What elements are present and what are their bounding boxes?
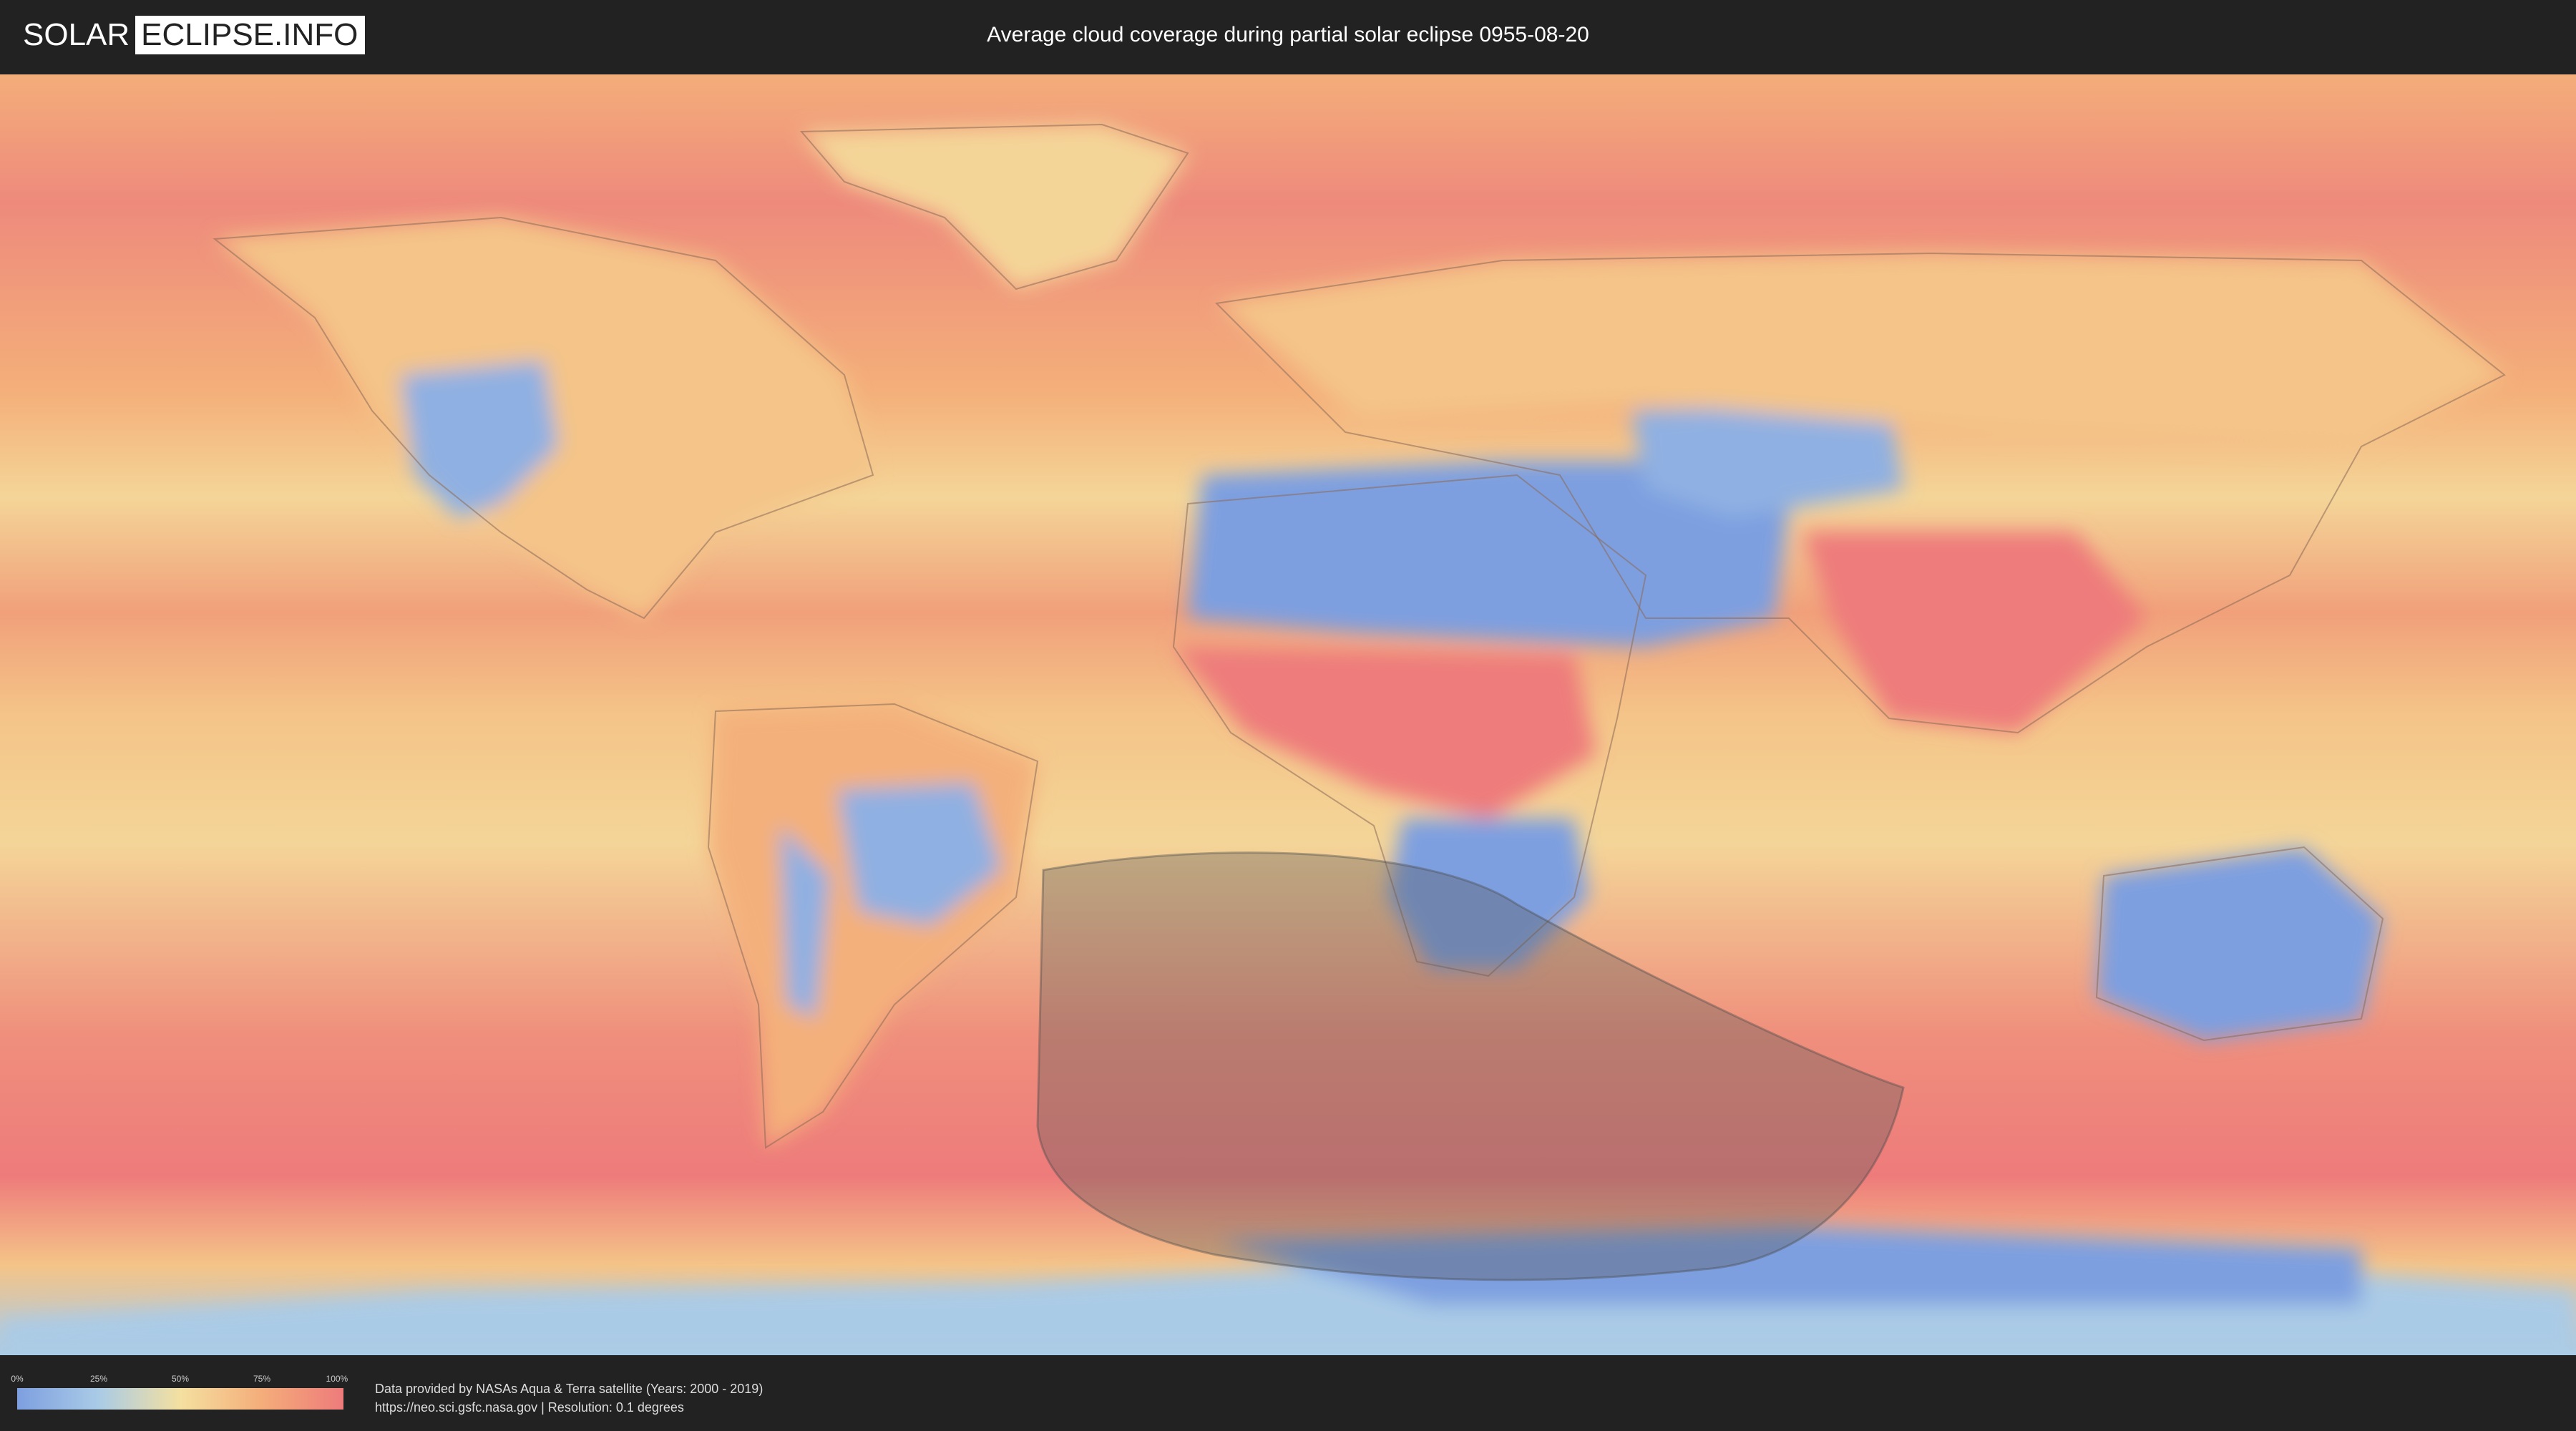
legend-tick-50: 50% (171, 1374, 190, 1384)
header-bar: SOLAR ECLIPSE.INFO Average cloud coverag… (0, 0, 2576, 72)
cloud-coverage-map[interactable] (0, 74, 2576, 1355)
legend-color-bar (17, 1388, 343, 1410)
cloud-coverage-legend: 0% 25% 50% 75% 100% (11, 1374, 348, 1410)
legend-tick-75: 75% (253, 1374, 271, 1384)
credits-line-2[interactable]: https://neo.sci.gsfc.nasa.gov | Resoluti… (375, 1398, 763, 1417)
legend-tick-0: 0% (11, 1374, 24, 1384)
credits-line-1: Data provided by NASAs Aqua & Terra sate… (375, 1382, 763, 1396)
data-credits: Data provided by NASAs Aqua & Terra sate… (375, 1379, 763, 1417)
page-title: Average cloud coverage during partial so… (987, 23, 1589, 47)
legend-tick-100: 100% (326, 1374, 348, 1384)
legend-tick-25: 25% (89, 1374, 108, 1384)
legend-ticks: 0% 25% 50% 75% 100% (11, 1374, 348, 1385)
world-map-svg (0, 74, 2576, 1355)
footer-bar: 0% 25% 50% 75% 100% Data provided by NAS… (0, 1358, 2576, 1431)
